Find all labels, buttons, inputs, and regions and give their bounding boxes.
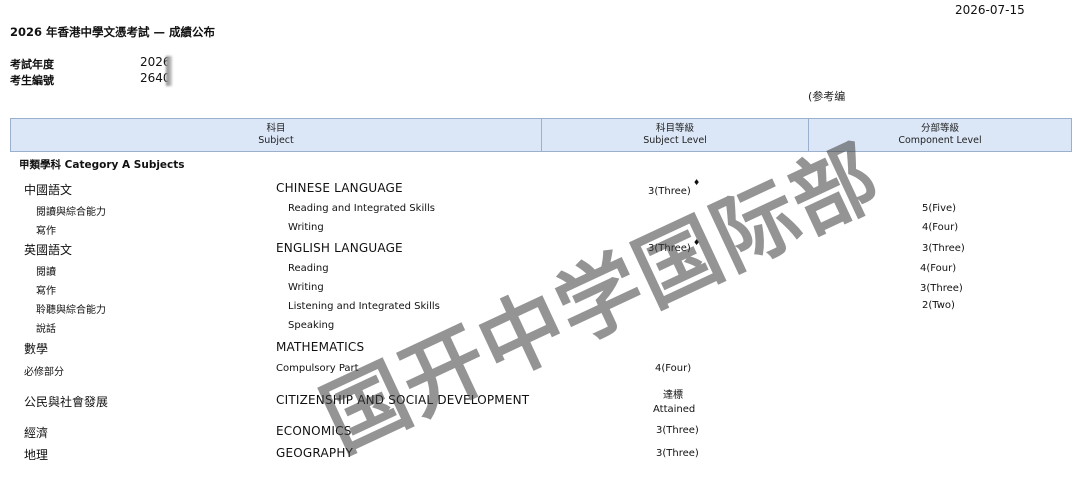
subject-zh: 經濟 — [24, 426, 49, 440]
subject-en: MATHEMATICS — [276, 340, 365, 354]
subject-zh: 數學 — [24, 342, 49, 356]
note-diamond-icon: ♦ — [693, 238, 701, 247]
component-en: Compulsory Part — [276, 363, 359, 374]
reference-number-label: (参考编 — [808, 90, 846, 103]
candidate-number-label: 考生編號 — [10, 74, 54, 87]
component-en: Reading and Integrated Skills — [288, 203, 435, 214]
subject-level: 3(Three) — [648, 243, 691, 254]
component-zh: 說話 — [36, 324, 56, 335]
header-subject-level: 科目等級 Subject Level — [541, 118, 809, 152]
results-table-header: 科目 Subject 科目等級 Subject Level 分部等級 Componen… — [10, 118, 1072, 152]
component-level: 4(Four) — [920, 263, 957, 274]
release-date: 2026-07-15 — [955, 3, 1025, 17]
subject-zh: 英國語文 — [24, 243, 73, 257]
component-en: Listening and Integrated Skills — [288, 301, 440, 312]
component-zh: 寫作 — [36, 286, 56, 297]
subject-en: CITIZENSHIP AND SOCIAL DEVELOPMENT — [276, 393, 530, 407]
component-level: 5(Five) — [922, 203, 957, 214]
page-title: 2026 年香港中學文憑考試 — 成績公布 — [10, 25, 216, 39]
subject-level: Attained — [653, 404, 696, 415]
exam-year-label: 考試年度 — [10, 58, 54, 71]
component-en: Writing — [288, 282, 324, 293]
component-zh: 閱讀與綜合能力 — [36, 207, 106, 218]
component-zh: 必修部分 — [24, 367, 64, 378]
component-level: 3(Three) — [920, 283, 963, 294]
subject-zh: 地理 — [24, 448, 49, 462]
header-component-level: 分部等級 Component Level — [808, 118, 1072, 152]
subject-en: GEOGRAPHY — [276, 446, 354, 460]
subject-level: 3(Three) — [656, 448, 699, 459]
component-zh: 寫作 — [36, 226, 56, 237]
header-subject: 科目 Subject — [10, 118, 542, 152]
subject-level: 3(Three) — [656, 425, 699, 436]
component-en: Writing — [288, 222, 324, 233]
subject-en: ECONOMICS — [276, 424, 352, 438]
redaction-blur — [166, 56, 172, 86]
subject-level-zh: 達標 — [663, 390, 683, 401]
component-level: 3(Three) — [922, 243, 965, 254]
component-level: 4(Four) — [922, 222, 959, 233]
subject-en: CHINESE LANGUAGE — [276, 181, 403, 195]
component-level: 2(Two) — [922, 300, 955, 311]
component-zh: 閱讀 — [36, 267, 56, 278]
watermark: 国开中学国际部 — [307, 126, 895, 471]
subject-zh: 中國語文 — [24, 183, 73, 197]
note-diamond-icon: ♦ — [693, 178, 701, 187]
subject-level: 3(Three) — [648, 186, 691, 197]
component-zh: 聆聽與綜合能力 — [36, 305, 106, 316]
subject-zh: 公民與社會發展 — [24, 395, 109, 409]
category-a-heading: 甲類學科 Category A Subjects — [19, 159, 185, 171]
subject-level: 4(Four) — [655, 363, 692, 374]
component-en: Reading — [288, 263, 329, 274]
subject-en: ENGLISH LANGUAGE — [276, 241, 403, 255]
component-en: Speaking — [288, 320, 335, 331]
